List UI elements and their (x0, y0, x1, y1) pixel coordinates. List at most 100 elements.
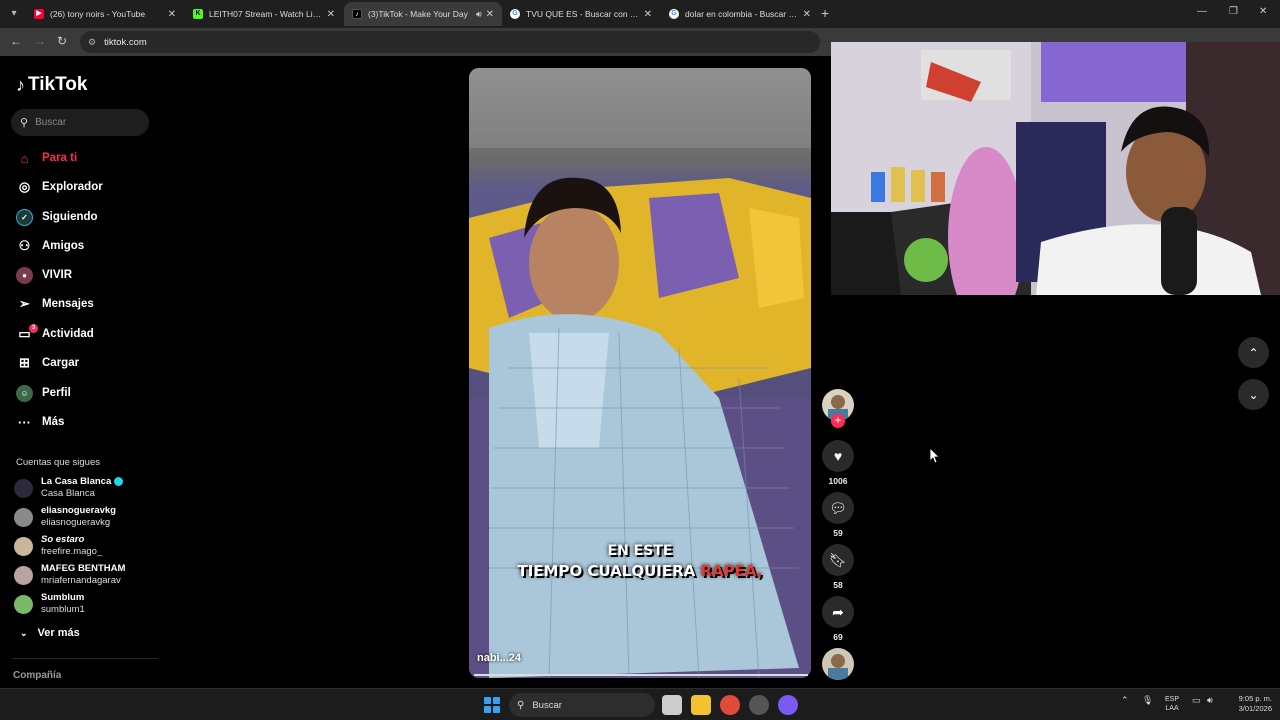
browser-tab-active[interactable]: ♪ (3)TikTok - Make Your Day 🔊︎ ✕ (344, 2, 502, 26)
reload-icon[interactable]: ↻ (57, 34, 67, 48)
search-icon: ⚲ (517, 699, 525, 711)
video-username[interactable]: nabi...24 (477, 652, 521, 664)
account-name: So estaro (41, 534, 85, 545)
followed-account[interactable]: eliasnogueravkg eliasnogueravkg (14, 504, 116, 530)
close-window-icon[interactable]: ✕ (1259, 6, 1267, 17)
caption-line-2: TIEMPO CUALQUIERA (517, 562, 701, 580)
maximize-icon[interactable]: ❐ (1229, 6, 1238, 17)
file-explorer-icon[interactable] (691, 695, 711, 715)
like-button[interactable]: ♥ (822, 440, 854, 472)
like-count: 1006 (828, 476, 848, 486)
followed-account[interactable]: MAFEG BENTHAM mriafernandagarav (14, 562, 125, 588)
followed-account[interactable]: So estaro freefire.mago_ (14, 533, 102, 559)
share-count: 69 (833, 632, 843, 642)
windows-start-icon[interactable] (484, 697, 500, 713)
nav-item-perfil[interactable]: ☺ Perfil (16, 382, 71, 404)
minimize-icon[interactable]: — (1197, 6, 1207, 17)
company-link[interactable]: Compañía (13, 670, 61, 681)
tiktok-icon: ♪ (352, 9, 362, 19)
new-tab-button[interactable]: + (821, 5, 829, 21)
tab-title: dolar en colombia - Buscar con (685, 9, 799, 19)
share-icon: ➦ (832, 603, 844, 620)
share-button[interactable]: ➦ (822, 596, 854, 628)
youtube-icon: ▶ (34, 9, 44, 19)
nav-item-vivir[interactable]: ● VIVIR (16, 264, 72, 286)
system-clock[interactable]: 9:05 p. m. 3/01/2026 (1224, 694, 1272, 714)
language-indicator[interactable]: ESP LAA (1165, 695, 1179, 713)
verified-icon (114, 476, 124, 486)
avatar (14, 507, 33, 527)
browser-tab[interactable]: G TVU QUE ES - Buscar con Goog ✕ (502, 2, 660, 26)
volume-icon[interactable]: 🔊︎ (1207, 695, 1213, 706)
windows-taskbar: ⚲ Buscar ⌃ 🎙︎ ESP LAA ▭ 🔊︎ 9:05 p. m. 3/… (0, 688, 1280, 720)
nav-item-amigos[interactable]: ⚇ Amigos (16, 235, 85, 257)
nav-item-actividad[interactable]: ▭ 3 Actividad (16, 323, 94, 345)
nav-item-para-ti[interactable]: ⌂ Para ti (16, 147, 78, 169)
avatar (14, 594, 33, 614)
avatar (14, 478, 33, 498)
next-video-button[interactable]: ⌄ (1238, 379, 1269, 410)
followed-account[interactable]: Sumblum sumblum1 (14, 591, 85, 617)
address-bar[interactable]: ⚙ tiktok.com (80, 31, 820, 53)
tab-title: (26) tony noirs - YouTube (50, 9, 146, 19)
video-player[interactable] (469, 68, 811, 678)
speaker-icon[interactable]: 🔊︎ (476, 9, 482, 20)
close-tab-icon[interactable]: ✕ (644, 9, 652, 20)
video-caption: EN ESTE TIEMPO CUALQUIERA RAPEA, (469, 543, 811, 580)
sound-avatar[interactable] (822, 648, 854, 680)
more-icon: ··· (18, 414, 31, 430)
browser-tab[interactable]: K LEITH07 Stream - Watch Live o ✕ (185, 2, 343, 26)
account-handle: sumblum1 (41, 604, 85, 615)
bookmark-icon: 🔖︎ (829, 551, 847, 568)
nav-item-siguiendo[interactable]: ✓ Siguiendo (16, 206, 98, 228)
back-icon[interactable]: ← (10, 34, 22, 48)
video-frame-image (469, 68, 811, 678)
tiktok-sidebar: ♪ TikTok ⚲ Buscar ⌂ Para ti ◎ Explorador… (0, 56, 160, 688)
close-tab-icon[interactable]: ✕ (803, 9, 811, 20)
previous-video-button[interactable]: ⌃ (1238, 337, 1269, 368)
clock-date: 3/01/2026 (1238, 704, 1272, 713)
home-icon: ⌂ (20, 150, 29, 166)
nav-item-mas[interactable]: ··· Más (16, 411, 64, 433)
nav-label: Más (42, 416, 65, 428)
store-icon[interactable] (662, 695, 682, 715)
video-progress-bar[interactable] (474, 674, 808, 676)
mouse-cursor-icon (930, 448, 940, 464)
chrome-icon[interactable] (720, 695, 740, 715)
nav-item-mensajes[interactable]: ➢ Mensajes (16, 293, 94, 315)
taskbar-search-placeholder: Buscar (532, 699, 562, 711)
account-name: Sumblum (41, 592, 85, 603)
network-icon[interactable]: ▭ (1192, 695, 1201, 706)
close-tab-icon[interactable]: ✕ (327, 9, 335, 20)
close-tab-icon[interactable]: ✕ (168, 9, 176, 20)
comment-button[interactable]: 💬︎ (822, 492, 854, 524)
follow-button[interactable]: + (831, 414, 845, 428)
microphone-icon[interactable]: 🎙︎ (1142, 695, 1153, 706)
browser-tab-strip: ▾ ▶ (26) tony noirs - YouTube ✕ K LEITH0… (0, 0, 1280, 28)
tray-chevron-up-icon[interactable]: ⌃ (1121, 695, 1129, 706)
chevron-down-icon: ⌄ (20, 627, 28, 638)
tiktok-logo[interactable]: ♪ TikTok (16, 74, 87, 96)
taskbar-search-input[interactable]: ⚲ Buscar (509, 693, 655, 717)
obs-icon[interactable] (749, 695, 769, 715)
followed-account[interactable]: La Casa Blanca Casa Blanca (14, 475, 124, 501)
forward-icon[interactable]: → (34, 34, 46, 48)
nav-label: Amigos (42, 240, 85, 252)
nav-item-cargar[interactable]: ⊞ Cargar (16, 352, 79, 374)
url-text: tiktok.com (104, 36, 147, 48)
nav-label: Explorador (42, 181, 103, 193)
tab-search-icon[interactable]: ▾ (6, 6, 22, 22)
account-name: MAFEG BENTHAM (41, 563, 126, 574)
search-input[interactable]: ⚲ Buscar (11, 109, 149, 136)
discord-icon[interactable] (778, 695, 798, 715)
nav-item-explorador[interactable]: ◎ Explorador (16, 176, 103, 198)
see-more-button[interactable]: ⌄ Ver más (20, 627, 80, 639)
logo-text: TikTok (28, 74, 88, 95)
compass-icon: ◎ (18, 179, 31, 194)
save-button[interactable]: 🔖︎ (822, 544, 854, 576)
browser-tab[interactable]: G dolar en colombia - Buscar con ✕ (661, 2, 819, 26)
browser-tab[interactable]: ▶ (26) tony noirs - YouTube ✕ (26, 2, 184, 26)
site-info-icon[interactable]: ⚙ (88, 37, 96, 48)
close-tab-icon[interactable]: ✕ (486, 9, 494, 20)
comment-count: 59 (833, 528, 843, 538)
